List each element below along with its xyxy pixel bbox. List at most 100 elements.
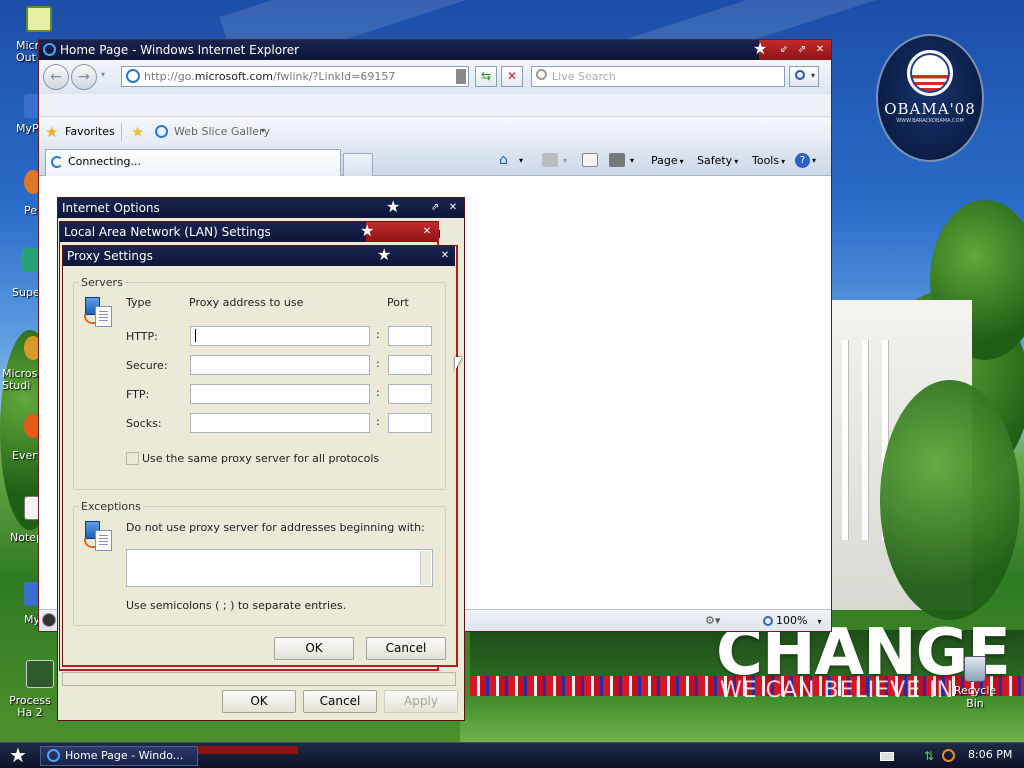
cancel-button[interactable]: Cancel [303,690,377,713]
safety-menu[interactable]: Safety ▾ [697,154,738,167]
ftp-label: FTP: [126,388,150,401]
ie-logo-icon [47,749,60,762]
page-menu[interactable]: Page ▾ [651,154,684,167]
recent-pages-dropdown[interactable]: ▾ [101,70,105,79]
clock[interactable]: 8:06 PM [968,748,1012,761]
dialog-divider [62,672,456,686]
ok-button[interactable]: OK [274,637,354,660]
network-settings-icon [83,520,115,552]
search-button[interactable]: ▾ [789,66,819,87]
secure-address-input[interactable] [190,355,370,375]
minimize-icon[interactable]: ⇙ [777,43,791,57]
menu-bar [39,94,831,116]
search-input[interactable]: Live Search [531,66,785,87]
taskbar-button-ie[interactable]: Home Page - Windo... [40,746,198,766]
wallpaper-tagline: WE CAN BELIEVE IN [720,678,955,703]
ie-titlebar[interactable]: Home Page - Windows Internet Explorer ★ … [39,40,831,60]
socks-port-input[interactable] [388,413,432,433]
proxy-settings-dialog: Proxy Settings ★ ✕ Servers Type Proxy ad… [62,245,458,667]
address-column-header: Proxy address to use [189,296,304,309]
process-hacker-icon[interactable] [26,660,54,688]
recycle-bin[interactable]: Recycle Bin [944,656,1006,710]
print-icon[interactable] [609,153,625,167]
read-mail-icon[interactable] [582,153,598,167]
maximize-icon[interactable]: ⇗ [795,43,809,57]
proxy-settings-titlebar[interactable]: Proxy Settings ★ ✕ [63,246,455,266]
close-icon[interactable]: ✕ [446,201,460,215]
start-button[interactable]: ★ [6,745,30,767]
favorites-star-icon[interactable]: ★ [45,123,58,141]
close-icon[interactable]: ✕ [420,225,434,239]
page-ie-icon [126,69,140,83]
semicolon-hint: Use semicolons ( ; ) to separate entries… [126,599,347,612]
http-label: HTTP: [126,330,158,343]
same-proxy-checkbox[interactable] [126,452,139,465]
add-favorite-icon[interactable]: ★ [131,123,144,141]
badge-sub: WWW.BARACKOBAMA.COM [896,118,964,124]
search-tray-icon[interactable] [942,749,955,762]
http-address-input[interactable] [190,326,370,346]
desktop-icon-label[interactable]: Every [12,449,38,462]
network-tray-icon[interactable]: ⇅ [924,750,938,762]
back-button[interactable]: ← [43,64,69,90]
refresh-icon[interactable]: ⇆ [475,66,497,87]
chevron-down-icon[interactable]: ▾ [261,126,265,135]
desktop-icon-label[interactable]: MyP [16,122,38,135]
scrollbar[interactable] [420,551,431,585]
home-icon[interactable]: ⌂ [499,153,515,167]
zoom-icon [763,616,773,626]
desktop-icon-label[interactable]: Micr Out [16,40,38,64]
tab-row: Connecting... ⌂ ▾ ▾ ▾ Page ▾ Safety ▾ Tool… [39,146,831,176]
apply-button[interactable]: Apply [384,690,458,713]
taskbar: ★ Home Page - Windo... ⇅ 8:06 PM [0,742,1024,768]
secure-port-input[interactable] [388,355,432,375]
close-icon[interactable]: ✕ [813,43,827,57]
chevron-down-icon[interactable]: ▾ [630,156,634,165]
http-port-input[interactable] [388,326,432,346]
colon-separator: : [376,357,380,370]
tools-menu[interactable]: Tools ▾ [752,154,785,167]
help-icon[interactable]: ? [795,153,810,168]
desktop-icon-label[interactable]: Process Ha 2 [2,695,58,719]
rss-feed-icon[interactable] [542,153,558,167]
tree [880,380,1020,620]
proxy-settings-title: Proxy Settings [67,249,153,263]
network-settings-icon [83,296,115,328]
cancel-button[interactable]: Cancel [366,637,446,660]
keyboard-icon[interactable] [880,752,894,761]
desktop-icon-label[interactable]: Pe [24,204,38,217]
address-dropdown[interactable] [456,69,466,84]
chevron-down-icon[interactable]: ▾ [563,156,567,165]
new-tab-button[interactable] [343,153,373,176]
lan-settings-title: Local Area Network (LAN) Settings [64,225,271,239]
text-caret [195,329,196,342]
address-bar[interactable]: http://go.microsoft.com/fwlink/?LinkId=6… [121,66,469,87]
close-icon[interactable]: ✕ [438,249,452,263]
web-slice-gallery-link[interactable]: Web Slice Gallery [174,125,270,138]
search-icon [795,70,805,80]
recycle-bin-label: Recycle Bin [953,684,997,710]
desktop-icon-label[interactable]: Supe [12,286,38,299]
desktop-icon-label[interactable]: Microso Studi [2,368,38,392]
chevron-down-icon[interactable]: ▾ [812,156,816,165]
protected-mode-icon[interactable]: ⚙▾ [705,614,721,627]
lan-settings-titlebar[interactable]: Local Area Network (LAN) Settings ★ ✕ [60,222,438,242]
internet-options-titlebar[interactable]: Internet Options ★ ⇗ ✕ [58,198,464,218]
zoom-control[interactable]: 100% ▾ [763,614,821,627]
desktop-icon-label[interactable]: My [24,613,38,626]
ftp-address-input[interactable] [190,384,370,404]
desktop-icon-label[interactable]: Notep [10,531,38,544]
exceptions-textarea[interactable] [126,549,433,587]
socks-address-input[interactable] [190,413,370,433]
help-icon[interactable]: ⇗ [428,201,442,215]
chevron-down-icon[interactable]: ▾ [519,156,523,165]
ftp-port-input[interactable] [388,384,432,404]
stop-icon[interactable]: ✕ [501,66,523,87]
tab-connecting[interactable]: Connecting... [45,149,341,176]
outlook-icon[interactable] [26,6,52,32]
ok-button[interactable]: OK [222,690,296,713]
same-proxy-label[interactable]: Use the same proxy server for all protoc… [142,452,379,465]
favorites-button[interactable]: Favorites [65,125,115,138]
exceptions-description: Do not use proxy server for addresses be… [126,521,425,534]
forward-button[interactable]: → [71,64,97,90]
